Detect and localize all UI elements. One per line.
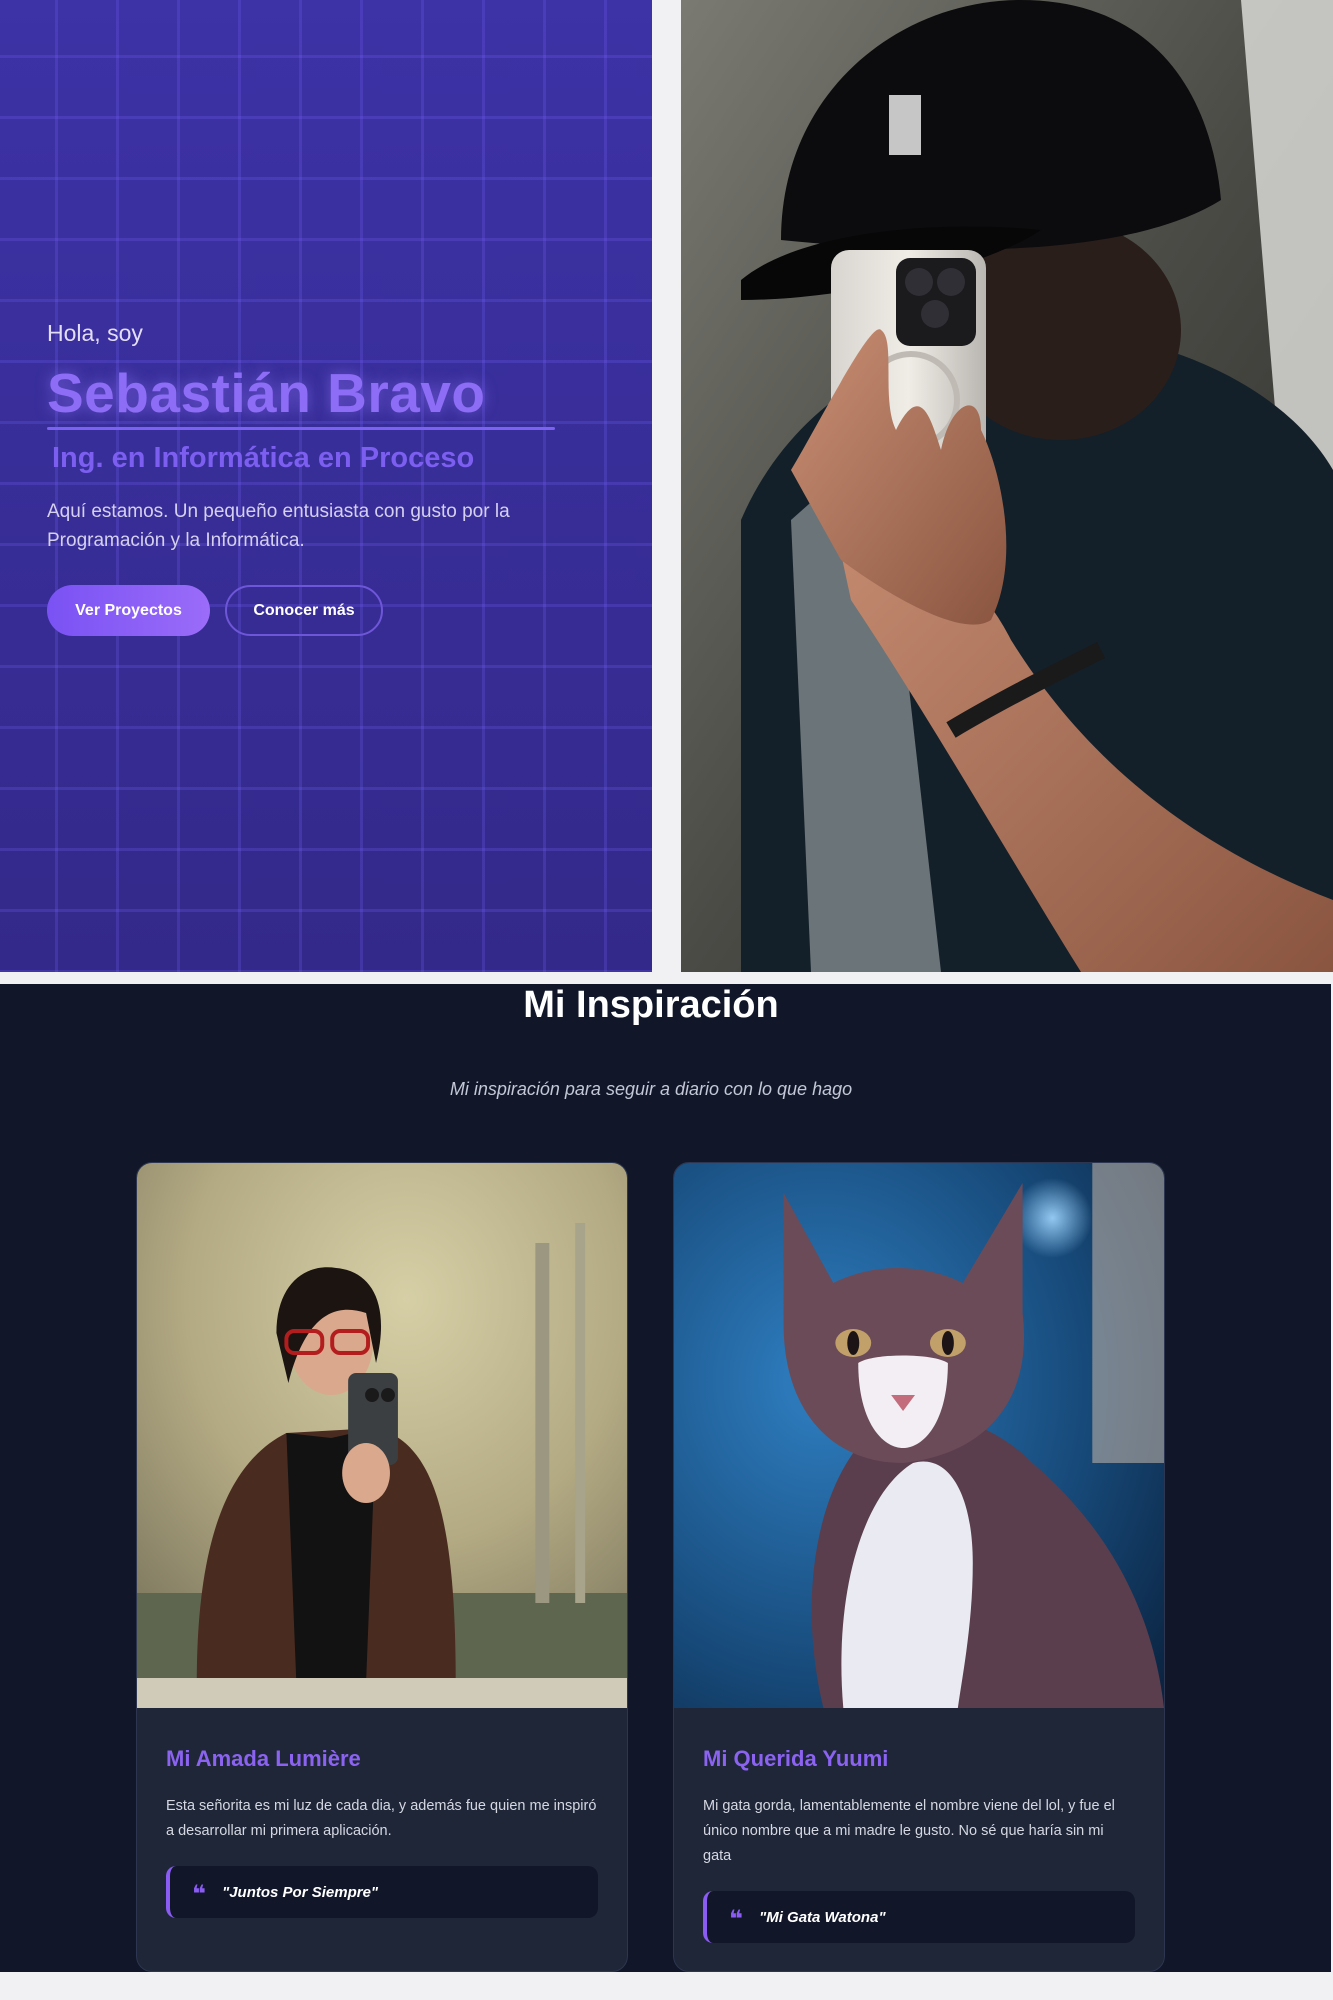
card-body: Mi Amada Lumière Esta señorita es mi luz… [137, 1708, 627, 1918]
card-title: Mi Querida Yuumi [703, 1746, 889, 1771]
profile-photo [681, 0, 1333, 972]
quote-text: "Juntos Por Siempre" [222, 1883, 379, 1901]
hero-greeting: Hola, soy [47, 320, 143, 346]
card-text: Mi gata gorda, lamentablemente el nombre… [703, 1798, 1115, 1864]
card-quote: ❝ "Juntos Por Siempre" [166, 1866, 598, 1918]
yuumi-photo [674, 1163, 1164, 1708]
quote-text: "Mi Gata Watona" [759, 1908, 886, 1926]
inspiration-card: Mi Amada Lumière Esta señorita es mi luz… [136, 1162, 628, 1972]
quote-icon: ❝ [729, 1906, 744, 1933]
inspiration-title: Mi Inspiración [523, 984, 779, 1026]
hero-buttons: Ver Proyectos Conocer más [47, 585, 607, 636]
inspiration-section: Mi Inspiración Mi inspiración para segui… [0, 984, 1331, 1972]
hero-content: Hola, soy Sebastián Bravo Ing. en Inform… [47, 320, 607, 636]
inspiration-card: Mi Querida Yuumi Mi gata gorda, lamentab… [673, 1162, 1165, 1972]
card-body: Mi Querida Yuumi Mi gata gorda, lamentab… [674, 1708, 1164, 1943]
view-projects-button[interactable]: Ver Proyectos [47, 585, 210, 636]
card-text: Esta señorita es mi luz de cada dia, y a… [166, 1798, 597, 1839]
hero-role: Ing. en Informática en Proceso [52, 442, 475, 474]
learn-more-button[interactable]: Conocer más [225, 585, 383, 636]
card-quote: ❝ "Mi Gata Watona" [703, 1891, 1135, 1943]
hero-description: Aquí estamos. Un pequeño entusiasta con … [47, 501, 510, 551]
hero-section: Hola, soy Sebastián Bravo Ing. en Inform… [0, 0, 652, 972]
quote-icon: ❝ [192, 1881, 207, 1908]
lumiere-photo [137, 1163, 627, 1708]
inspiration-subtitle: Mi inspiración para seguir a diario con … [449, 1079, 853, 1099]
card-title: Mi Amada Lumière [166, 1746, 361, 1771]
name-underline [47, 427, 555, 430]
hero-name: Sebastián Bravo [47, 362, 486, 424]
